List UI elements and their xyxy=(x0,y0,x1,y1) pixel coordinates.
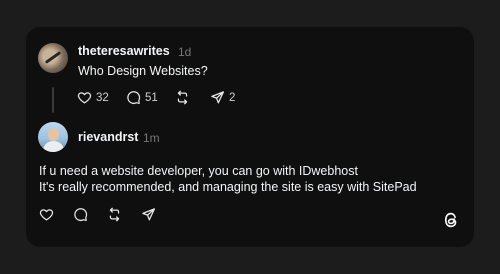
reply-text-line-2: It's really recommended, and managing th… xyxy=(39,180,417,194)
post-share-button[interactable]: 2 xyxy=(210,90,235,105)
thread-card: theteresawrites 1d Who Design Websites? … xyxy=(26,27,474,247)
heart-icon xyxy=(39,209,54,221)
comment-bubble-icon xyxy=(127,91,141,105)
send-icon xyxy=(142,208,156,221)
repost-icon xyxy=(109,207,120,222)
reply-text-line-1: If u need a website developer, you can g… xyxy=(39,164,358,178)
send-icon xyxy=(211,91,225,104)
post-like-button[interactable]: 32 xyxy=(77,90,109,105)
post-time: 1d xyxy=(178,45,192,59)
comment-bubble-icon xyxy=(74,208,88,222)
reply-share-button[interactable] xyxy=(141,207,156,222)
reply-time: 1m xyxy=(143,131,160,145)
reply-repost-button[interactable] xyxy=(107,207,122,222)
avatar-head xyxy=(48,128,59,141)
avatar-theteresawrites[interactable] xyxy=(38,43,68,73)
post-username[interactable]: theteresawrites xyxy=(78,44,170,58)
reply-comment-button[interactable] xyxy=(73,207,88,222)
avatar-rievandrst[interactable] xyxy=(38,122,68,152)
reply-username[interactable]: rievandrst xyxy=(78,130,138,144)
post-text: Who Design Websites? xyxy=(78,64,208,78)
post-comment-count: 51 xyxy=(145,91,158,104)
post-comment-button[interactable]: 51 xyxy=(126,90,158,105)
threads-logo-icon xyxy=(442,210,460,235)
repost-icon xyxy=(177,90,188,105)
post-share-count: 2 xyxy=(229,91,236,104)
post-like-count: 32 xyxy=(96,91,109,104)
avatar-body xyxy=(43,141,64,152)
reply-like-button[interactable] xyxy=(39,207,54,222)
heart-icon xyxy=(77,92,92,104)
post-repost-button[interactable] xyxy=(175,90,190,105)
thread-connector-line xyxy=(52,87,54,113)
pen-graphic xyxy=(44,51,62,64)
